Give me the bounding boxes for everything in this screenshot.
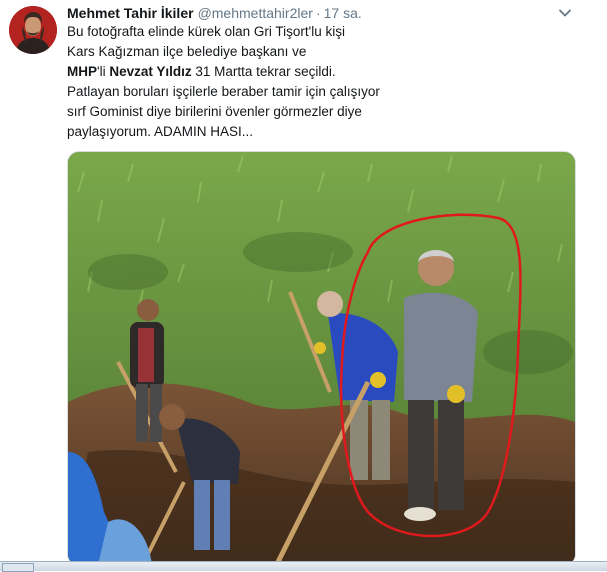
tweet-text-line: Bu fotoğrafta elinde kürek olan Gri Tişo… xyxy=(67,24,345,39)
avatar[interactable] xyxy=(9,6,57,54)
mayor-name: Nevzat Yıldız xyxy=(109,64,192,79)
chevron-down-icon[interactable] xyxy=(558,6,572,20)
tweet: Mehmet Tahir İkiler @mehmettahir2ler · 17 s… xyxy=(0,0,607,572)
user-handle[interactable]: @mehmettahir2ler xyxy=(198,5,313,21)
tweet-photo[interactable] xyxy=(67,151,576,566)
tweet-text-line: sırf Gominist diye birilerini övenler gö… xyxy=(67,104,362,119)
tweet-header: Mehmet Tahir İkiler @mehmettahir2ler · 17 s… xyxy=(67,3,537,23)
tweet-text-line: MHP'li Nevzat Yıldız 31 Martta tekrar se… xyxy=(67,62,567,82)
avatar-portrait xyxy=(9,6,57,54)
timestamp[interactable]: 17 sa. xyxy=(324,5,362,21)
display-name[interactable]: Mehmet Tahir İkiler xyxy=(67,5,194,21)
line-rest: 31 Martta tekrar seçildi. xyxy=(191,64,336,79)
tweet-text: Bu fotoğrafta elinde kürek olan Gri Tişo… xyxy=(67,22,567,142)
tweet-text-line: Patlayan boruları işçilerle beraber tami… xyxy=(67,84,380,99)
taskbar-start-button[interactable] xyxy=(2,563,34,572)
separator-dot: · xyxy=(315,5,321,21)
party-name: MHP xyxy=(67,64,97,79)
photo-scene xyxy=(68,152,575,565)
party-suffix: 'li xyxy=(97,64,110,79)
tweet-text-line: Kars Kağızman ilçe belediye başkanı ve xyxy=(67,44,307,59)
tweet-text-line: paylaşıyorum. ADAMIN HASI... xyxy=(67,124,254,139)
